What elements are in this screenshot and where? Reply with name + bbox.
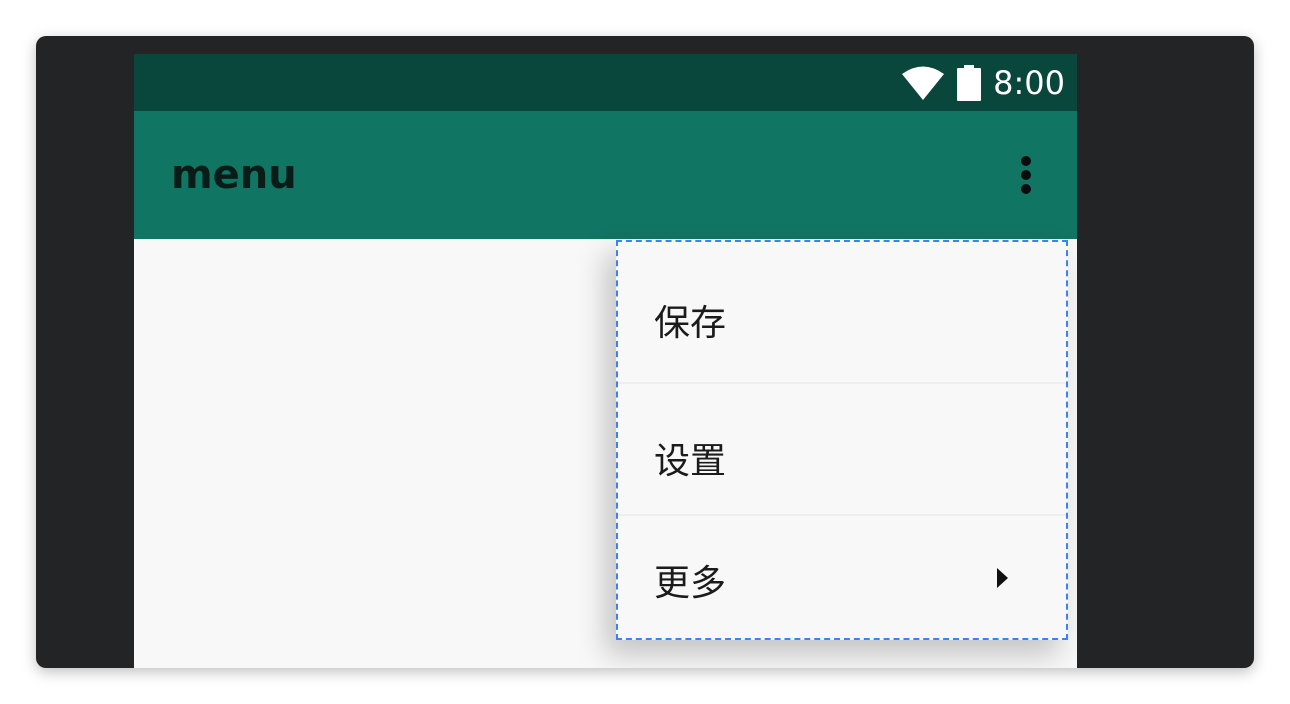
menu-item-settings[interactable]: 设置 [618, 384, 1066, 516]
app-title: menu [171, 152, 297, 198]
app-bar: menu [134, 111, 1077, 239]
status-bar: 8:00 [134, 54, 1077, 111]
battery-icon [957, 65, 982, 101]
overflow-popup-menu: 保存 设置 更多 [616, 240, 1068, 640]
status-icons: 8:00 [901, 62, 1065, 104]
more-vert-dot [1021, 184, 1031, 194]
menu-item-more[interactable]: 更多 [618, 516, 1066, 638]
more-vert-icon[interactable] [1002, 147, 1050, 203]
submenu-arrow-icon [997, 568, 1008, 588]
menu-item-save[interactable]: 保存 [618, 242, 1066, 384]
app-screen: 8:00 menu 保存 设置 更多 [134, 54, 1077, 668]
menu-item-label: 保存 [654, 303, 727, 344]
menu-item-label: 设置 [654, 441, 727, 482]
wifi-icon [902, 66, 945, 100]
device-frame: 8:00 menu 保存 设置 更多 [36, 36, 1254, 668]
menu-item-label: 更多 [654, 563, 727, 604]
more-vert-dot [1021, 170, 1031, 180]
more-vert-dot [1021, 156, 1031, 166]
status-time: 8:00 [993, 64, 1065, 102]
